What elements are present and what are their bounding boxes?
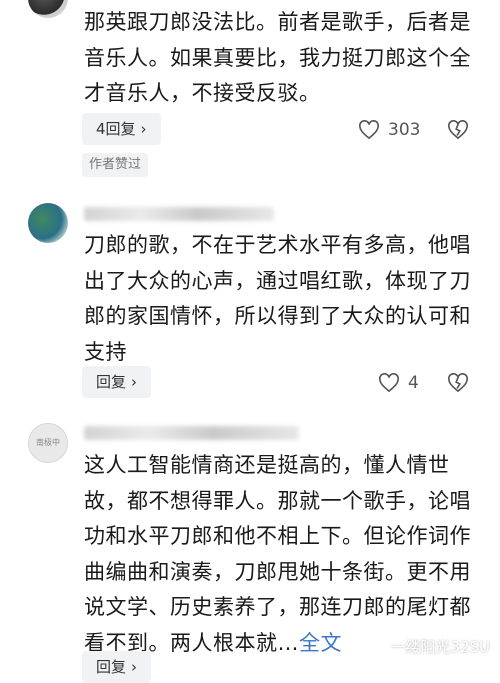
like-button[interactable]: 4 xyxy=(378,370,419,396)
like-count: 303 xyxy=(388,120,421,140)
watermark: 一缕阳光32SU xyxy=(390,636,490,657)
comment-text-body: 这人工智能情商还是挺高的，懂人情世故，都不想得罪人。那就一个歌手，论唱功和水平刀… xyxy=(84,453,471,655)
reply-button[interactable]: 4回复 › xyxy=(82,113,161,145)
avatar[interactable] xyxy=(28,0,68,18)
chevron-right-icon: › xyxy=(140,120,147,138)
username-blurred[interactable] xyxy=(84,426,299,440)
avatar[interactable] xyxy=(28,203,68,243)
heart-icon xyxy=(359,120,379,140)
reply-label: 回复 xyxy=(96,658,127,676)
comment-text: 那英跟刀郎没法比。前者是歌手，后者是音乐人。如果真要比，我力挺刀郎这个全才音乐人… xyxy=(84,10,471,105)
reply-button[interactable]: 回复 › xyxy=(82,366,152,398)
chevron-right-icon: › xyxy=(131,373,138,391)
reply-label: 4回复 xyxy=(96,120,136,138)
like-count: 4 xyxy=(408,373,419,393)
watermark-text: 一缕阳光32SU xyxy=(390,638,490,656)
heart-icon xyxy=(379,373,399,393)
comment-text: 这人工智能情商还是挺高的，懂人情世故，都不想得罪人。那就一个歌手，论唱功和水平刀… xyxy=(84,448,474,661)
full-text-link[interactable]: 全文 xyxy=(299,631,342,655)
author-liked-badge: 作者赞过 xyxy=(82,153,149,177)
reply-label: 回复 xyxy=(96,373,127,391)
broken-heart-icon[interactable] xyxy=(447,373,469,393)
comment-text: 刀郎的歌，不在于艺术水平有多高，他唱出了大众的心声，通过唱红歌，体现了刀郎的家国… xyxy=(84,233,471,364)
reply-button[interactable]: 回复 › xyxy=(82,651,152,683)
avatar-label: 南极中 xyxy=(36,438,60,447)
username-blurred[interactable] xyxy=(84,207,274,221)
broken-heart-icon[interactable] xyxy=(447,120,469,140)
chevron-right-icon: › xyxy=(131,658,138,676)
avatar[interactable]: 南极中 xyxy=(28,423,68,463)
like-button[interactable]: 303 xyxy=(358,117,420,143)
